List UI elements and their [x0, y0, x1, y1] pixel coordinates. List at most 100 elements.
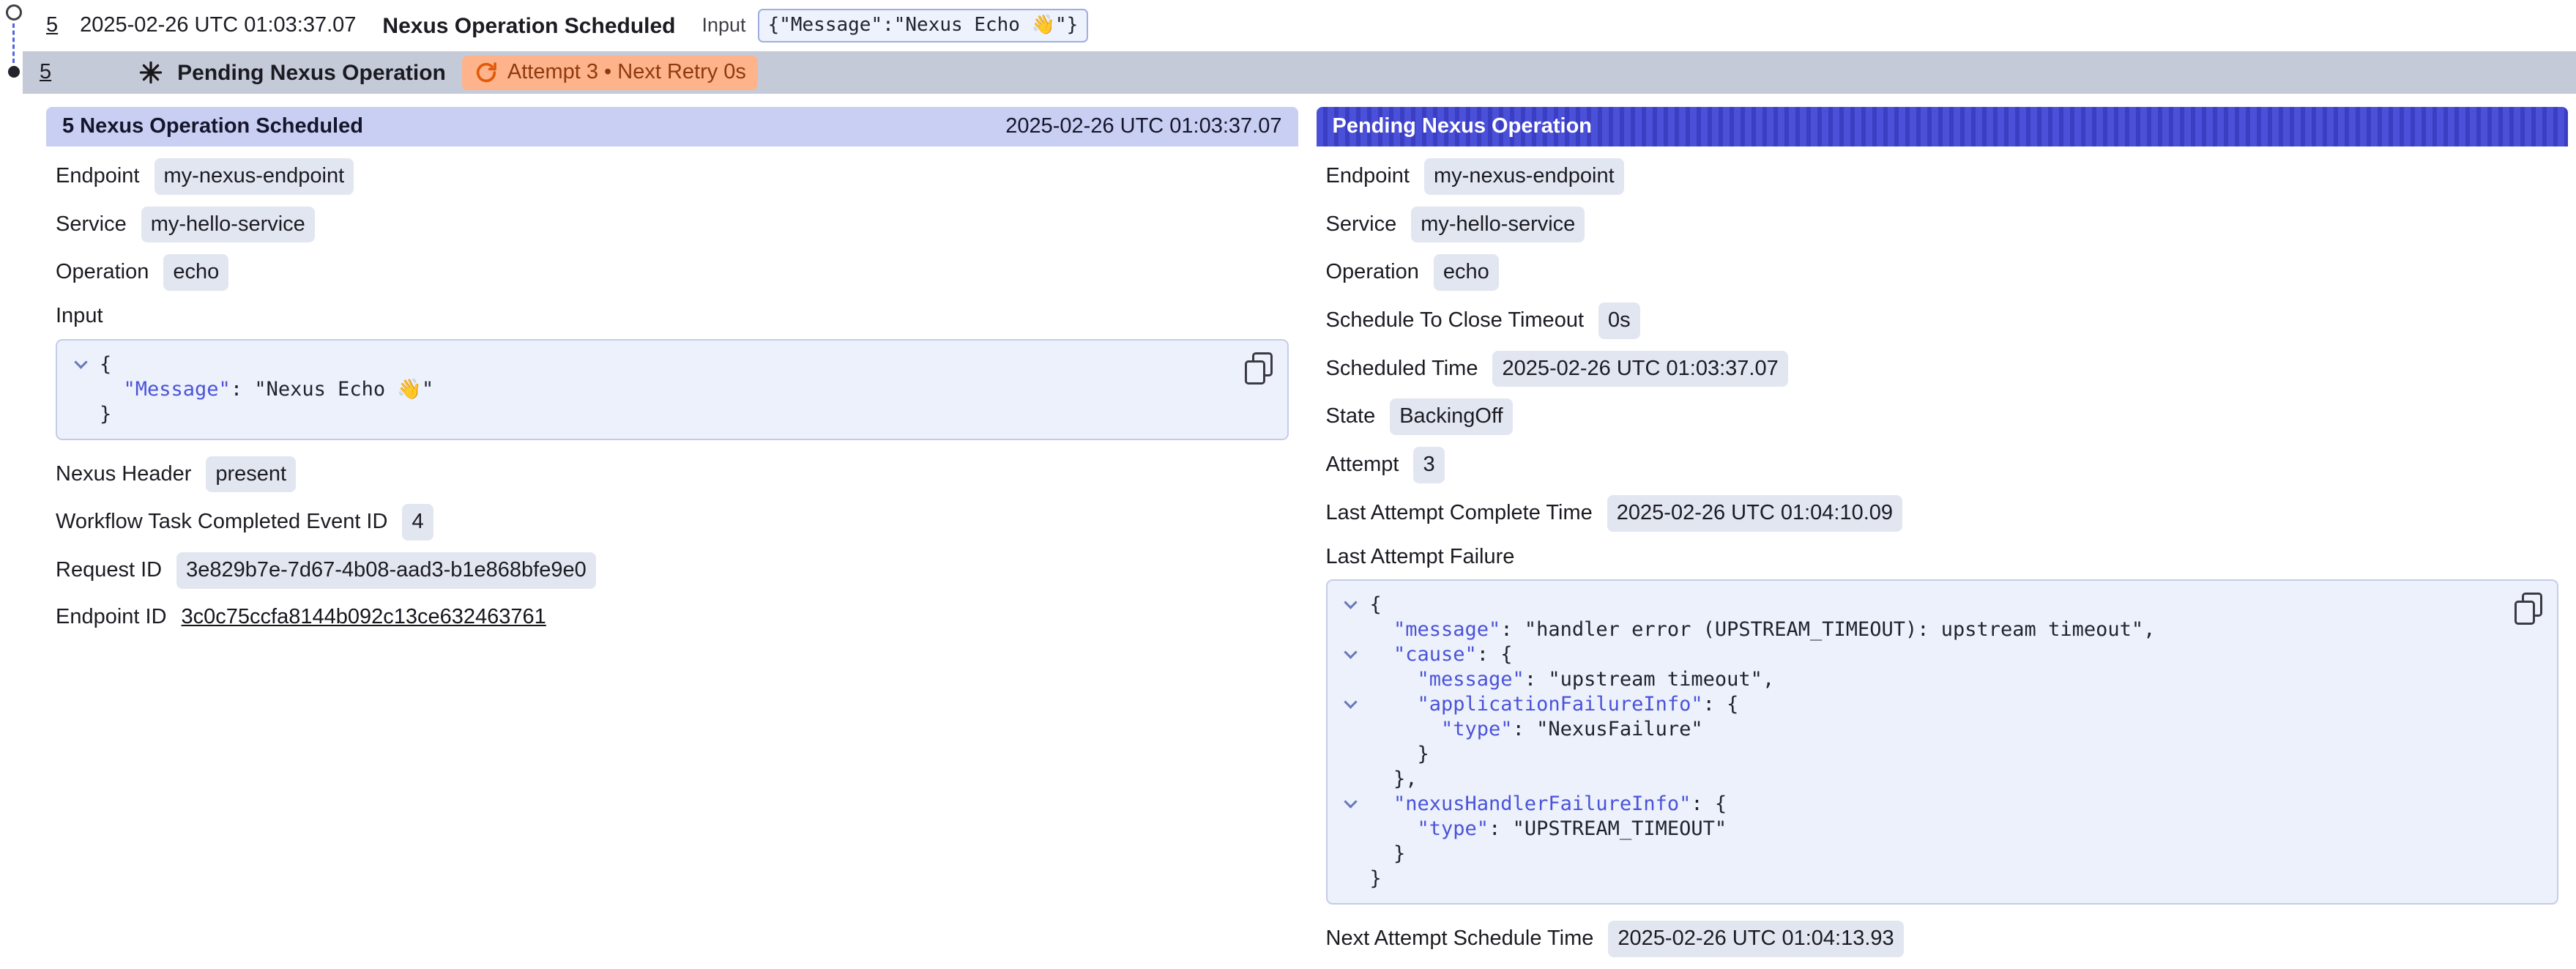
field-schedule-to-close-timeout: Schedule To Close Timeout 0s	[1326, 302, 2559, 339]
input-inline-label: Input	[702, 12, 746, 38]
chevron-cell	[1332, 717, 1370, 742]
field-scheduled-time: Scheduled Time 2025-02-26 UTC 01:03:37.0…	[1326, 351, 2559, 387]
code-line: }	[1332, 866, 2499, 891]
chevron-cell	[1332, 692, 1370, 717]
input-preview-chip: {"Message":"Nexus Echo 👋"}	[758, 9, 1089, 42]
input-json-viewer: {"Message": "Nexus Echo 👋"}	[56, 339, 1289, 440]
field-value-badge: 4	[402, 504, 433, 541]
field-label: Schedule To Close Timeout	[1326, 307, 1585, 335]
field-label: Nexus Header	[56, 461, 191, 489]
field-endpoint: Endpoint my-nexus-endpoint	[1326, 158, 2559, 195]
code-line: },	[1332, 767, 2499, 792]
field-label: Last Attempt Complete Time	[1326, 500, 1593, 527]
code-text: },	[1370, 767, 1418, 792]
field-label: Scheduled Time	[1326, 355, 1478, 383]
field-value-badge: echo	[163, 254, 228, 291]
field-label: Request ID	[56, 557, 162, 584]
field-value-badge: 3	[1413, 447, 1444, 483]
code-text: "type": "NexusFailure"	[1370, 717, 1703, 742]
field-value-badge: 3e829b7e-7d67-4b08-aad3-b1e868bfe9e0	[176, 552, 596, 589]
timeline-event-dot-icon	[8, 66, 20, 78]
event-timestamp: 2025-02-26 UTC 01:03:37.07	[80, 12, 356, 40]
pending-event-id-link[interactable]: 5	[40, 59, 51, 86]
collapse-chevron-down-icon[interactable]	[1344, 795, 1357, 808]
field-value-badge: present	[206, 456, 296, 493]
field-next-attempt-schedule-time: Next Attempt Schedule Time 2025-02-26 UT…	[1326, 921, 2559, 957]
field-service: Service my-hello-service	[1326, 207, 2559, 243]
code-text: "nexusHandlerFailureInfo": {	[1370, 792, 1727, 817]
field-label: State	[1326, 403, 1376, 431]
chevron-cell	[62, 352, 100, 377]
code-text: }	[100, 402, 111, 427]
field-operation: Operation echo	[56, 254, 1289, 291]
field-value-badge: my-hello-service	[141, 207, 315, 243]
event-row-pending[interactable]: 5 Pending Nexus Operation	[23, 51, 2576, 94]
code-line: }	[62, 402, 1229, 427]
code-text: {	[100, 352, 111, 377]
field-label: Next Attempt Schedule Time	[1326, 925, 1594, 953]
copy-json-button[interactable]	[2514, 593, 2542, 625]
copy-json-button[interactable]	[1245, 352, 1273, 385]
field-last-attempt-complete-time: Last Attempt Complete Time 2025-02-26 UT…	[1326, 495, 2559, 532]
collapse-chevron-down-icon[interactable]	[1344, 695, 1357, 708]
code-text: }	[1370, 842, 1406, 866]
field-operation: Operation echo	[1326, 254, 2559, 291]
field-endpoint-id: Endpoint ID 3c0c75ccfa8144b092c13ce63246…	[56, 601, 1289, 635]
main-content: 5 2025-02-26 UTC 01:03:37.07 Nexus Opera…	[23, 0, 2576, 957]
retry-badge-label: Attempt 3 • Next Retry 0s	[507, 59, 746, 86]
field-value-badge: 2025-02-26 UTC 01:04:13.93	[1608, 921, 1903, 957]
pending-panel-body: Endpoint my-nexus-endpoint Service my-he…	[1317, 146, 2569, 957]
collapse-chevron-down-icon[interactable]	[74, 355, 87, 368]
field-value-badge: 2025-02-26 UTC 01:04:10.09	[1607, 495, 1902, 532]
code-line: "message": "upstream timeout",	[1332, 667, 2499, 692]
chevron-cell	[1332, 817, 1370, 842]
field-value-badge: 2025-02-26 UTC 01:03:37.07	[1492, 351, 1787, 387]
code-line: "nexusHandlerFailureInfo": {	[1332, 792, 2499, 817]
chevron-cell	[62, 377, 100, 402]
event-panel-title: 5 Nexus Operation Scheduled	[62, 113, 363, 141]
last-attempt-failure-label: Last Attempt Failure	[1326, 543, 2559, 571]
field-state: State BackingOff	[1326, 398, 2559, 435]
field-label: Operation	[56, 259, 149, 286]
code-text: "cause": {	[1370, 642, 1513, 667]
chevron-cell	[1332, 593, 1370, 617]
field-value-badge: my-hello-service	[1411, 207, 1585, 243]
code-line: "applicationFailureInfo": {	[1332, 692, 2499, 717]
retry-refresh-icon	[474, 60, 499, 85]
code-text: "type": "UPSTREAM_TIMEOUT"	[1370, 817, 1727, 842]
field-label: Service	[56, 211, 127, 239]
field-value-badge: my-nexus-endpoint	[1424, 158, 1624, 195]
code-line: {	[62, 352, 1229, 377]
field-request-id: Request ID 3e829b7e-7d67-4b08-aad3-b1e86…	[56, 552, 1289, 589]
collapse-chevron-down-icon[interactable]	[1344, 595, 1357, 609]
event-id-link[interactable]: 5	[46, 12, 58, 40]
input-section-label: Input	[56, 302, 1289, 330]
collapse-chevron-down-icon[interactable]	[1344, 645, 1357, 658]
chevron-cell	[1332, 866, 1370, 891]
chevron-cell	[1332, 667, 1370, 692]
field-endpoint: Endpoint my-nexus-endpoint	[56, 158, 1289, 195]
field-label: Service	[1326, 211, 1397, 239]
endpoint-id-link[interactable]: 3c0c75ccfa8144b092c13ce632463761	[182, 604, 546, 631]
field-value-badge: BackingOff	[1390, 398, 1512, 435]
pending-panel-title: Pending Nexus Operation	[1333, 113, 1593, 141]
event-details-panel: 5 Nexus Operation Scheduled 2025-02-26 U…	[46, 107, 1298, 647]
code-line: "type": "NexusFailure"	[1332, 717, 2499, 742]
chevron-cell	[62, 402, 100, 427]
chevron-cell	[1332, 842, 1370, 866]
code-text: }	[1370, 742, 1429, 767]
code-line: "cause": {	[1332, 642, 2499, 667]
timeline-start-circle-icon	[6, 4, 22, 21]
event-panel-body: Endpoint my-nexus-endpoint Service my-he…	[46, 146, 1298, 635]
chevron-cell	[1332, 742, 1370, 767]
field-attempt: Attempt 3	[1326, 447, 2559, 483]
code-text: {	[1370, 593, 1382, 617]
chevron-cell	[1332, 617, 1370, 642]
field-value-badge: my-nexus-endpoint	[155, 158, 354, 195]
code-line: }	[1332, 742, 2499, 767]
field-workflow-task-completed-event-id: Workflow Task Completed Event ID 4	[56, 504, 1289, 541]
retry-attempt-badge: Attempt 3 • Next Retry 0s	[462, 56, 758, 90]
code-line: "type": "UPSTREAM_TIMEOUT"	[1332, 817, 2499, 842]
code-text: "message": "upstream timeout",	[1370, 667, 1775, 692]
event-row-scheduled[interactable]: 5 2025-02-26 UTC 01:03:37.07 Nexus Opera…	[23, 0, 2576, 51]
